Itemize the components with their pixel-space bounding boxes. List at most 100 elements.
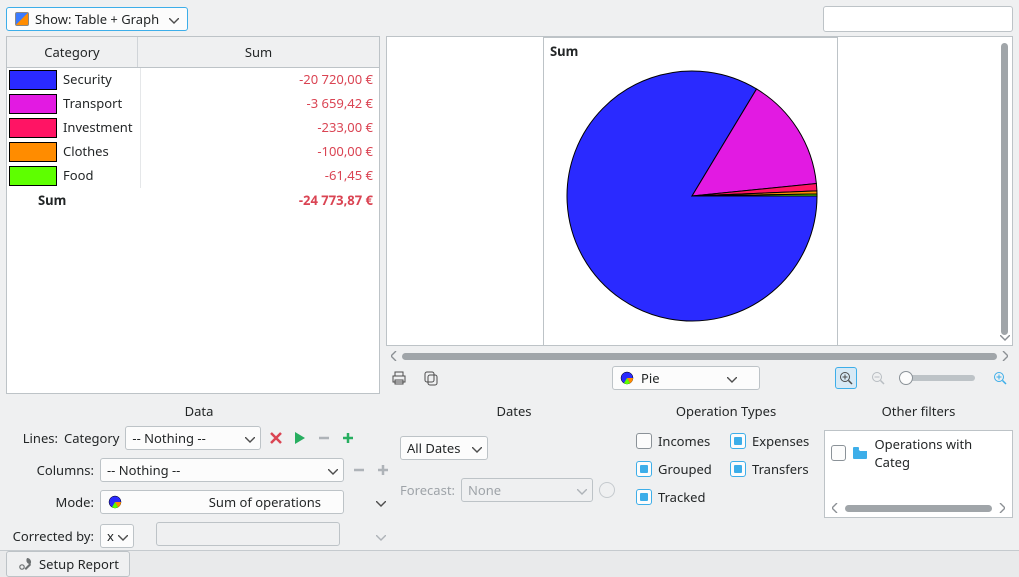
total-label: Sum	[38, 191, 138, 209]
table-row[interactable]: Clothes -100,00 €	[7, 140, 379, 164]
vertical-scrollbar[interactable]	[1001, 43, 1008, 335]
color-swatch	[9, 70, 57, 90]
category-name: Transport	[63, 92, 141, 116]
check-grouped[interactable]: Grouped	[636, 460, 722, 478]
zoom-slider[interactable]	[899, 375, 975, 381]
forecast-label: Forecast:	[400, 481, 455, 499]
remove-line-button[interactable]	[267, 429, 285, 447]
color-swatch	[9, 94, 57, 114]
columns-label: Columns:	[6, 461, 94, 479]
section-dates: Dates All Dates Forecast: None	[400, 400, 628, 550]
graph-type-value: Pie	[641, 369, 660, 387]
table-header: Category Sum	[7, 37, 379, 68]
category-value: -233,00 €	[141, 116, 379, 140]
graph-title: Sum	[550, 42, 578, 60]
other-list-scrollbar[interactable]	[829, 501, 1008, 515]
category-value: -100,00 €	[141, 140, 379, 164]
corrected-label: Corrected by:	[6, 527, 94, 545]
chevron-down-icon[interactable]	[1000, 327, 1010, 345]
mode-select[interactable]: Sum of operations	[100, 490, 344, 514]
copy-button[interactable]	[420, 367, 442, 389]
pie-chart	[562, 66, 822, 326]
graph-type-select[interactable]: Pie	[612, 366, 760, 390]
graph-toolbar: Pie	[386, 362, 1013, 394]
section-other-filters: Other filters Operations with Categ	[824, 400, 1013, 550]
remove-button[interactable]	[315, 429, 333, 447]
lines-value: Category	[64, 429, 119, 447]
table-row[interactable]: Security -20 720,00 €	[7, 68, 379, 92]
wrench-icon	[17, 556, 33, 572]
chevron-down-icon	[376, 493, 386, 511]
category-name: Security	[63, 68, 141, 92]
table-row[interactable]: Investment -233,00 €	[7, 116, 379, 140]
add-column-button[interactable]	[374, 461, 392, 479]
forecast-select: None	[461, 478, 593, 502]
print-button[interactable]	[388, 367, 410, 389]
section-heading: Operation Types	[636, 400, 816, 426]
app-root: Show: Table + Graph Category Sum Securit…	[0, 0, 1019, 573]
show-mode-label: Show: Table + Graph	[35, 10, 159, 28]
filter-checkbox[interactable]	[831, 445, 846, 461]
horizontal-scrollbar[interactable]	[386, 346, 1013, 362]
other-filter-label: Operations with Categ	[874, 435, 1006, 471]
col-header-category[interactable]: Category	[7, 37, 137, 67]
other-filters-list: Operations with Categ	[824, 430, 1013, 518]
graph-view[interactable]: Sum	[386, 36, 1013, 346]
setup-report-button[interactable]: Setup Report	[6, 551, 130, 577]
color-swatch	[9, 166, 57, 186]
color-swatch	[9, 118, 57, 138]
category-value: -20 720,00 €	[141, 68, 379, 92]
lines-add-select[interactable]: -- Nothing --	[125, 426, 261, 450]
date-range-select[interactable]: All Dates	[400, 436, 488, 460]
chevron-down-icon	[727, 369, 737, 387]
chevron-down-icon	[376, 527, 386, 545]
category-name: Clothes	[63, 140, 141, 164]
section-heading: Dates	[400, 400, 628, 426]
col-header-sum[interactable]: Sum	[137, 37, 379, 67]
scrollbar-thumb[interactable]	[845, 505, 992, 512]
chevron-right-icon[interactable]	[996, 502, 1008, 514]
corrected-value-select[interactable]	[156, 522, 340, 546]
section-heading: Data	[6, 400, 392, 426]
chevron-right-icon[interactable]	[999, 350, 1011, 362]
scrollbar-thumb[interactable]	[402, 353, 997, 360]
fit-zoom-button[interactable]	[835, 367, 857, 389]
zoom-out-button[interactable]	[867, 367, 889, 389]
graph-pane: Sum	[386, 36, 1013, 394]
settings-area: Data Lines: Category -- Nothing --	[0, 394, 1019, 550]
color-swatch	[9, 142, 57, 162]
check-incomes[interactable]: Incomes	[636, 432, 722, 450]
table-total-row: Sum -24 773,87 €	[7, 188, 379, 212]
setup-report-label: Setup Report	[39, 555, 119, 573]
show-mode-button[interactable]: Show: Table + Graph	[6, 7, 188, 31]
check-expenses[interactable]: Expenses	[730, 432, 816, 450]
corrected-op-select[interactable]: x	[100, 524, 134, 548]
other-filter-item[interactable]: Operations with Categ	[825, 431, 1012, 475]
pie-icon	[619, 370, 635, 386]
pie-icon	[107, 494, 123, 510]
forecast-info-icon	[599, 482, 615, 498]
check-tracked[interactable]: Tracked	[636, 488, 722, 506]
remove-column-button[interactable]	[350, 461, 368, 479]
check-transfers[interactable]: Transfers	[730, 460, 816, 478]
add-button[interactable]	[339, 429, 357, 447]
table-row[interactable]: Transport -3 659,42 €	[7, 92, 379, 116]
graph-canvas: Sum	[543, 37, 838, 346]
category-name: Investment	[63, 116, 141, 140]
total-value: -24 773,87 €	[138, 191, 379, 209]
chevron-left-icon[interactable]	[388, 350, 400, 362]
chevron-down-icon	[169, 10, 179, 28]
lines-label: Lines:	[6, 429, 58, 447]
slider-thumb[interactable]	[899, 371, 913, 385]
chevron-left-icon[interactable]	[829, 502, 841, 514]
zoom-in-button[interactable]	[989, 367, 1011, 389]
columns-select[interactable]: -- Nothing --	[100, 458, 344, 482]
chart-icon	[15, 12, 29, 26]
table-row[interactable]: Food -61,45 €	[7, 164, 379, 188]
mode-label: Mode:	[6, 493, 94, 511]
run-button[interactable]	[291, 429, 309, 447]
main-content: Category Sum Security -20 720,00 € Trans…	[0, 36, 1019, 394]
category-name: Food	[63, 164, 141, 188]
search-input[interactable]	[823, 6, 1013, 32]
top-toolbar: Show: Table + Graph	[0, 0, 1019, 36]
